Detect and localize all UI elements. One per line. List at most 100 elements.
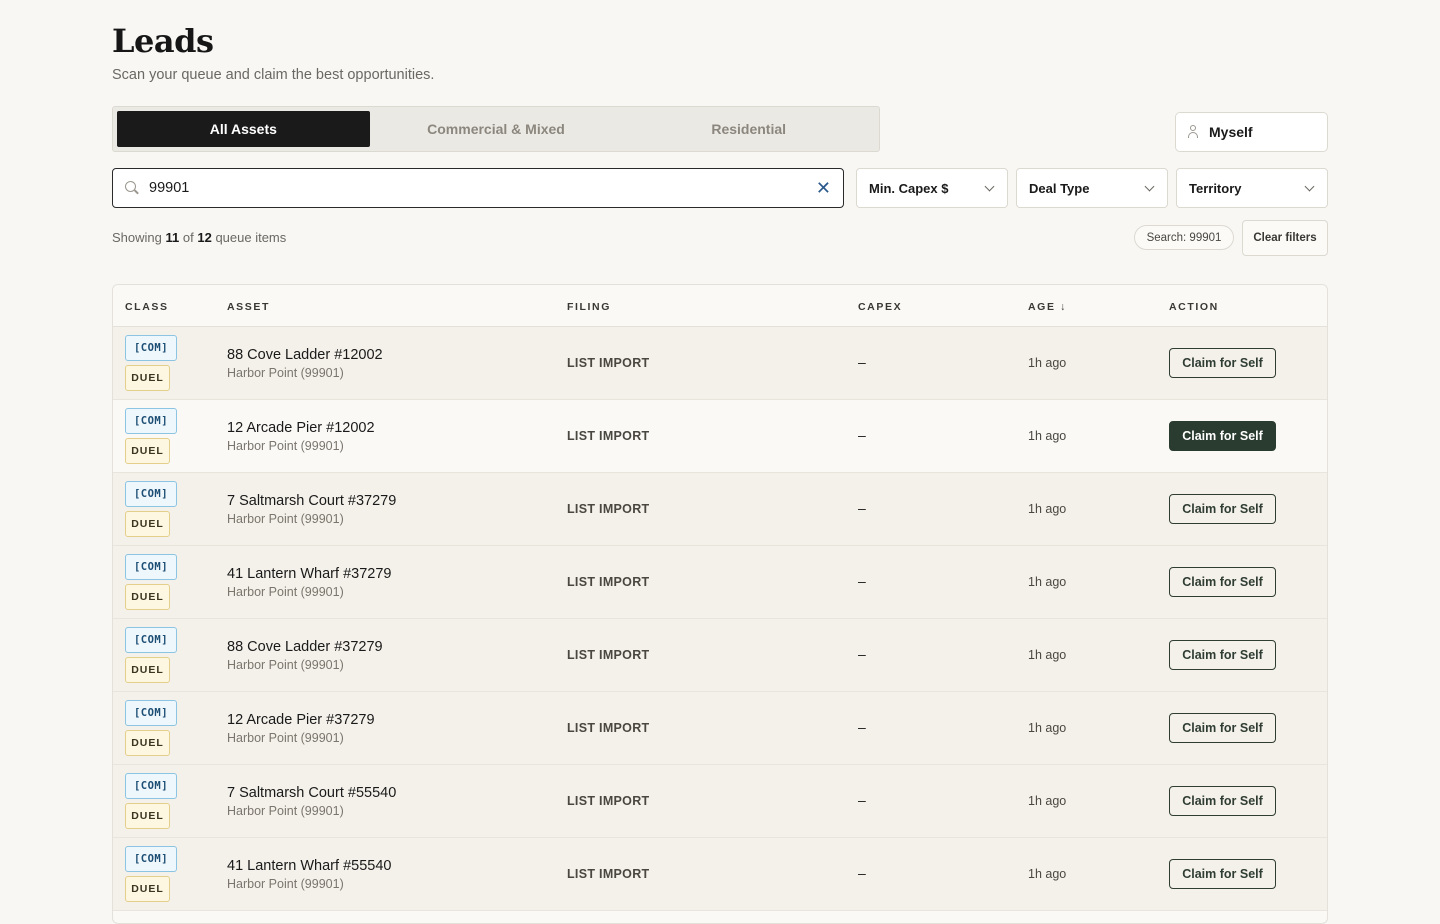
- column-header-capex: CAPEX: [858, 301, 903, 313]
- filing-type: LIST IMPORT: [567, 794, 650, 808]
- claim-for-self-button[interactable]: Claim for Self: [1169, 786, 1276, 816]
- claim-for-self-button[interactable]: Claim for Self: [1169, 348, 1276, 378]
- asset-name[interactable]: 41 Lantern Wharf #55540: [227, 858, 391, 874]
- table-row: [COM] DUEL 41 Lantern Wharf #55540 Harbo…: [113, 838, 1327, 911]
- capex-value: –: [858, 427, 866, 443]
- filing-type: LIST IMPORT: [567, 429, 650, 443]
- claim-for-self-button[interactable]: Claim for Self: [1169, 859, 1276, 889]
- territory-label: Territory: [1189, 180, 1242, 196]
- filing-type: LIST IMPORT: [567, 502, 650, 516]
- capex-value: –: [858, 865, 866, 881]
- filing-type: LIST IMPORT: [567, 721, 650, 735]
- age-value: 1h ago: [1028, 721, 1067, 735]
- column-header-asset: ASSET: [227, 301, 271, 313]
- results-of: of: [182, 230, 194, 245]
- class-badge: [COM]: [125, 554, 177, 580]
- capex-value: –: [858, 500, 866, 516]
- table-header: CLASS ASSET FILING CAPEX AGE ↓ ACTION: [113, 285, 1327, 327]
- column-header-filing: FILING: [567, 301, 612, 313]
- chevron-down-icon: [1144, 181, 1155, 191]
- chevron-down-icon: [1304, 181, 1315, 191]
- assignee-select[interactable]: Myself: [1175, 112, 1328, 152]
- asset-name[interactable]: 88 Cove Ladder #12002: [227, 347, 383, 363]
- filing-type: LIST IMPORT: [567, 867, 650, 881]
- deal-type-label: Deal Type: [1029, 180, 1090, 196]
- asset-location: Harbor Point (99901): [227, 731, 344, 745]
- assignee-label: Myself: [1209, 124, 1253, 140]
- duel-badge: DUEL: [125, 730, 170, 756]
- tab-residential[interactable]: Residential: [622, 111, 875, 147]
- class-badge: [COM]: [125, 846, 177, 872]
- table-body: [COM] DUEL 88 Cove Ladder #12002 Harbor …: [113, 327, 1327, 911]
- age-value: 1h ago: [1028, 575, 1067, 589]
- claim-for-self-button[interactable]: Claim for Self: [1169, 567, 1276, 597]
- asset-name[interactable]: 12 Arcade Pier #37279: [227, 712, 375, 728]
- results-prefix: Showing: [112, 230, 162, 245]
- age-value: 1h ago: [1028, 867, 1067, 881]
- asset-name[interactable]: 88 Cove Ladder #37279: [227, 639, 383, 655]
- claim-for-self-button[interactable]: Claim for Self: [1169, 713, 1276, 743]
- deal-type-dropdown[interactable]: Deal Type: [1016, 168, 1168, 208]
- table-row: [COM] DUEL 12 Arcade Pier #37279 Harbor …: [113, 692, 1327, 765]
- filing-type: LIST IMPORT: [567, 648, 650, 662]
- age-value: 1h ago: [1028, 794, 1067, 808]
- asset-name[interactable]: 41 Lantern Wharf #37279: [227, 566, 391, 582]
- age-value: 1h ago: [1028, 502, 1067, 516]
- age-value: 1h ago: [1028, 648, 1067, 662]
- filing-type: LIST IMPORT: [567, 575, 650, 589]
- duel-badge: DUEL: [125, 438, 170, 464]
- clear-filters-button[interactable]: Clear filters: [1242, 220, 1328, 256]
- capex-value: –: [858, 354, 866, 370]
- close-icon[interactable]: ✕: [816, 179, 831, 197]
- tab-commercial-mixed[interactable]: Commercial & Mixed: [370, 111, 623, 147]
- asset-name[interactable]: 7 Saltmarsh Court #55540: [227, 785, 396, 801]
- results-total: 12: [197, 230, 212, 245]
- duel-badge: DUEL: [125, 803, 170, 829]
- chevron-down-icon: [984, 181, 995, 191]
- asset-location: Harbor Point (99901): [227, 512, 344, 526]
- class-badge: [COM]: [125, 700, 177, 726]
- page-subtitle: Scan your queue and claim the best oppor…: [112, 67, 435, 83]
- min-capex-dropdown[interactable]: Min. Capex $: [856, 168, 1008, 208]
- asset-location: Harbor Point (99901): [227, 585, 344, 599]
- search-input[interactable]: [149, 180, 816, 196]
- class-badge: [COM]: [125, 335, 177, 361]
- results-count: Showing 11 of 12 queue items: [112, 230, 286, 245]
- age-value: 1h ago: [1028, 356, 1067, 370]
- duel-badge: DUEL: [125, 657, 170, 683]
- class-badge: [COM]: [125, 408, 177, 434]
- user-icon: [1187, 125, 1199, 139]
- asset-name[interactable]: 7 Saltmarsh Court #37279: [227, 493, 396, 509]
- claim-for-self-button[interactable]: Claim for Self: [1169, 640, 1276, 670]
- table-row: [COM] DUEL 7 Saltmarsh Court #55540 Harb…: [113, 765, 1327, 838]
- page-title: Leads: [112, 22, 214, 60]
- claim-for-self-button[interactable]: Claim for Self: [1169, 494, 1276, 524]
- capex-value: –: [858, 719, 866, 735]
- leads-table: CLASS ASSET FILING CAPEX AGE ↓ ACTION [C…: [112, 284, 1328, 924]
- asset-name[interactable]: 12 Arcade Pier #12002: [227, 420, 375, 436]
- filing-type: LIST IMPORT: [567, 356, 650, 370]
- search-box: ✕: [112, 168, 844, 208]
- tab-all-assets[interactable]: All Assets: [117, 111, 370, 147]
- column-header-age[interactable]: AGE ↓: [1028, 301, 1067, 313]
- duel-badge: DUEL: [125, 365, 170, 391]
- class-badge: [COM]: [125, 773, 177, 799]
- table-row: [COM] DUEL 88 Cove Ladder #37279 Harbor …: [113, 619, 1327, 692]
- active-filter-chip[interactable]: Search: 99901: [1134, 225, 1234, 250]
- table-row: [COM] DUEL 88 Cove Ladder #12002 Harbor …: [113, 327, 1327, 400]
- min-capex-label: Min. Capex $: [869, 180, 949, 196]
- asset-location: Harbor Point (99901): [227, 366, 344, 380]
- capex-value: –: [858, 573, 866, 589]
- table-row: [COM] DUEL 41 Lantern Wharf #37279 Harbo…: [113, 546, 1327, 619]
- asset-location: Harbor Point (99901): [227, 877, 344, 891]
- age-value: 1h ago: [1028, 429, 1067, 443]
- asset-location: Harbor Point (99901): [227, 804, 344, 818]
- search-icon: [125, 181, 139, 195]
- column-header-class: CLASS: [125, 301, 169, 313]
- claim-for-self-button[interactable]: Claim for Self: [1169, 421, 1276, 451]
- asset-class-tabs: All Assets Commercial & Mixed Residentia…: [112, 106, 880, 152]
- table-row: [COM] DUEL 7 Saltmarsh Court #37279 Harb…: [113, 473, 1327, 546]
- territory-dropdown[interactable]: Territory: [1176, 168, 1328, 208]
- class-badge: [COM]: [125, 481, 177, 507]
- asset-location: Harbor Point (99901): [227, 439, 344, 453]
